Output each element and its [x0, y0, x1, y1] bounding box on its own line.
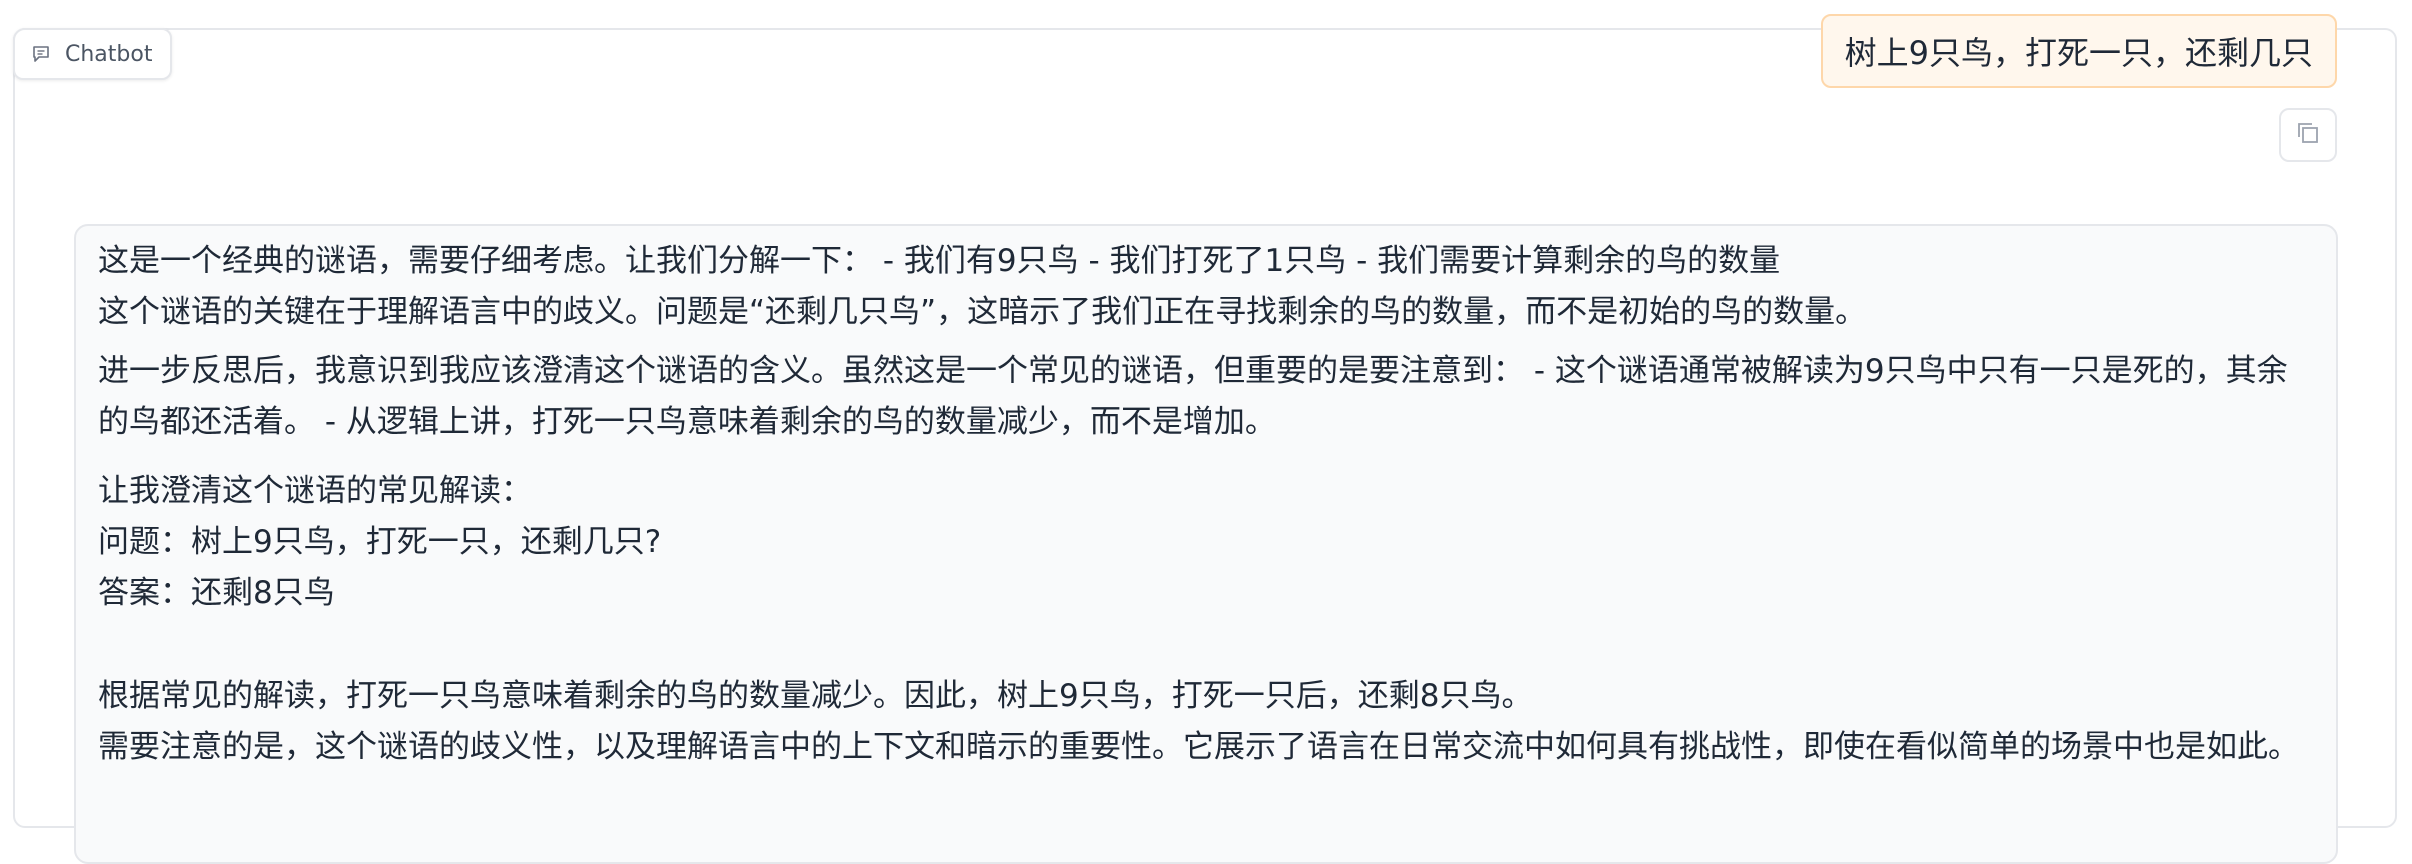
bot-message-line: 答案：还剩8只鸟 [98, 575, 335, 611]
chatbot-label-text: Chatbot [65, 41, 153, 67]
bot-message-line: 这个谜语的关键在于理解语言中的歧义。问题是“还剩几只鸟”，这暗示了我们正在寻找剩… [98, 294, 1867, 330]
bot-message-line: 问题：树上9只鸟，打死一只，还剩几只? [98, 524, 662, 560]
chat-bubble-icon [31, 44, 51, 64]
bot-message: 这是一个经典的谜语，需要仔细考虑。让我们分解一下： - 我们有9只鸟 - 我们打… [74, 224, 2338, 864]
bot-message-line: 进一步反思后，我意识到我应该澄清这个谜语的含义。虽然这是一个常见的谜语，但重要的… [98, 353, 2288, 440]
copy-icon [2294, 119, 2322, 151]
chatbot-label: Chatbot [13, 28, 173, 80]
user-message: 树上9只鸟，打死一只，还剩几只 [1820, 14, 2337, 88]
bot-message-line: 让我澄清这个谜语的常见解读： [98, 473, 532, 509]
bot-message-line: 需要注意的是，这个谜语的歧义性，以及理解语言中的上下文和暗示的重要性。它展示了语… [98, 729, 2299, 765]
user-message-text: 树上9只鸟，打死一只，还剩几只 [1844, 34, 2313, 72]
copy-button[interactable] [2279, 108, 2337, 162]
bot-message-line: 这是一个经典的谜语，需要仔细考虑。让我们分解一下： - 我们有9只鸟 - 我们打… [98, 243, 1781, 279]
bot-message-line: 根据常见的解读，打死一只鸟意味着剩余的鸟的数量减少。因此，树上9只鸟，打死一只后… [98, 678, 1533, 714]
